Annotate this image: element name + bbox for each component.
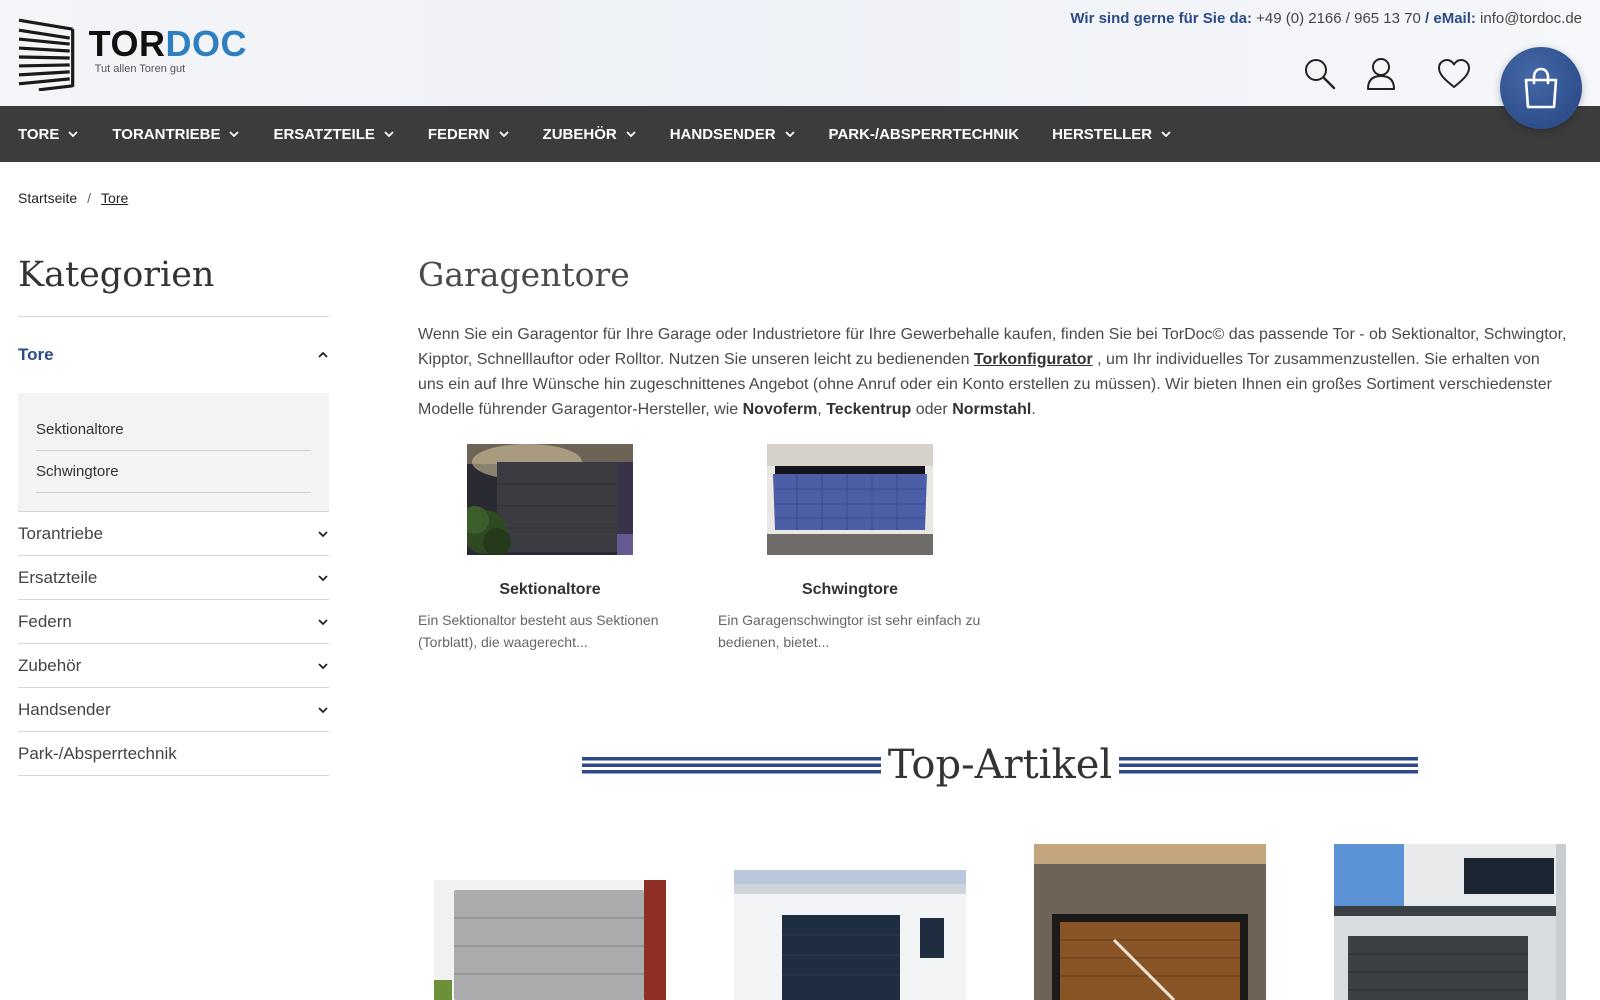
logo-word-tor: TOR <box>88 22 166 64</box>
category-name[interactable]: Schwingtore <box>718 581 982 599</box>
main-navigation: TORE TORANTRIEBE ERSATZTEILE FEDERN ZUBEHÖR H… <box>0 106 1600 162</box>
main-content: Garagentore Wenn Sie ein Garagentor für … <box>418 250 1568 650</box>
cart-button[interactable] <box>1500 47 1582 129</box>
chevron-down-icon <box>229 131 240 138</box>
sektionaltore-image[interactable] <box>467 444 633 555</box>
phone-label: Wir sind gerne für Sie da: <box>1070 10 1252 27</box>
decorative-stripes-right <box>1118 757 1418 774</box>
logo-tagline: Tut allen Toren gut <box>94 62 186 75</box>
sidebar-item-label: Park-/Absperrtechnik <box>18 743 177 763</box>
sidebar-item-label: Zubehör <box>18 655 82 675</box>
decorative-stripes-left <box>582 757 881 774</box>
sidebar-item-handsender[interactable]: Handsender <box>18 688 329 732</box>
intro-text: Wenn Sie ein Garagentor für Ihre Garage … <box>418 326 1567 418</box>
chevron-down-icon <box>498 131 509 138</box>
nav-item-handsender[interactable]: HANDSENDER <box>670 126 796 143</box>
chevron-down-icon[interactable] <box>317 660 329 672</box>
sidebar-item-ersatzteile[interactable]: Ersatzteile <box>18 556 329 600</box>
nav-item-label: TORE <box>18 125 60 143</box>
sidebar-item-torantriebe[interactable]: Torantriebe <box>18 512 329 556</box>
chevron-down-icon <box>1161 131 1171 138</box>
nav-item-label: ERSATZTEILE <box>273 125 375 143</box>
email-address[interactable]: info@tordoc.de <box>1480 10 1582 27</box>
category-sidebar: Kategorien Tore Sektionaltore Schwingtor… <box>18 250 329 776</box>
product-row <box>418 840 1568 1000</box>
wishlist-button[interactable] <box>1434 54 1474 94</box>
product-image[interactable] <box>1034 844 1266 1000</box>
search-icon <box>1305 59 1336 90</box>
logo-mark-icon <box>18 18 75 91</box>
sidebar-item-label: Tore <box>18 345 54 364</box>
sidebar-subcategories: Sektionaltore Schwingtore <box>18 393 329 512</box>
sidebar-item-label: Federn <box>18 611 72 631</box>
breadcrumb-current[interactable]: Tore <box>101 190 128 206</box>
nav-item-torantriebe[interactable]: TORANTRIEBE <box>112 126 240 143</box>
nav-item-label: HERSTELLER <box>1052 125 1153 143</box>
brand-normstahl: Normstahl <box>952 401 1032 418</box>
nav-item-label: PARK-/ABSPERRTECHNIK <box>828 125 1020 143</box>
category-card[interactable]: Sektionaltore Ein Sektionaltor besteht a… <box>418 444 718 653</box>
page-title: Garagentore <box>418 255 630 294</box>
category-desc: Ein Garagenschwingtor ist sehr einfach z… <box>718 612 981 650</box>
nav-item-label: HANDSENDER <box>669 125 776 143</box>
sidebar-item-label: Handsender <box>18 699 111 719</box>
chevron-down-icon <box>626 131 636 138</box>
product-image[interactable] <box>734 870 966 1000</box>
nav-item-label: TORANTRIEBE <box>112 125 221 143</box>
chevron-down-icon[interactable] <box>317 704 329 716</box>
nav-item-ersatzteile[interactable]: ERSATZTEILE <box>273 126 394 143</box>
sidebar-item-park-absperrtechnik[interactable]: Park-/Absperrtechnik <box>18 732 329 776</box>
sidebar-item-federn[interactable]: Federn <box>18 600 329 644</box>
sidebar-item-label: Torantriebe <box>18 523 104 543</box>
chevron-down-icon[interactable] <box>317 572 329 584</box>
heart-icon <box>1438 59 1470 88</box>
breadcrumb-home[interactable]: Startseite <box>18 190 77 206</box>
chevron-down-icon <box>384 131 394 138</box>
chevron-up-icon[interactable] <box>317 349 329 361</box>
chevron-down-icon[interactable] <box>317 616 329 628</box>
sidebar-item-label: Ersatzteile <box>18 567 98 587</box>
top-articles-title: Top-Artikel <box>887 742 1113 788</box>
nav-item-label: FEDERN <box>427 125 490 143</box>
account-button[interactable] <box>1361 54 1401 94</box>
nav-item-tore[interactable]: TORE <box>18 126 79 143</box>
logo-word-doc: DOC <box>165 22 247 64</box>
sidebar-subitem-schwingtore[interactable]: Schwingtore <box>36 451 311 493</box>
contact-info: Wir sind gerne für Sie da: +49 (0) 2166 … <box>1070 10 1582 27</box>
chevron-down-icon <box>68 131 79 138</box>
nav-item-hersteller[interactable]: HERSTELLER <box>1052 126 1172 143</box>
chevron-down-icon <box>784 131 795 138</box>
product-image[interactable] <box>1334 844 1566 1000</box>
site-header: TORDOC Tut allen Toren gut Wir sind gern… <box>0 0 1600 106</box>
category-card[interactable]: Schwingtore Ein Garagenschwingtor ist se… <box>718 444 1018 653</box>
breadcrumb-separator: / <box>87 190 92 206</box>
sidebar-item-zubehör[interactable]: Zubehör <box>18 644 329 688</box>
brand-teckentrup: Teckentrup <box>826 401 912 418</box>
sidebar-item-tore[interactable]: Tore <box>18 317 329 393</box>
nav-item-label: ZUBEHÖR <box>542 125 617 143</box>
shopping-bag-icon <box>1524 67 1558 109</box>
logo[interactable]: TORDOC Tut allen Toren gut <box>17 16 247 92</box>
category-desc: Ein Sektionaltor besteht aus Sektionen (… <box>418 612 659 650</box>
user-icon <box>1367 58 1395 90</box>
nav-item-park-absperrtechnik[interactable]: PARK-/ABSPERRTECHNIK <box>829 126 1020 143</box>
category-tiles: Sektionaltore Ein Sektionaltor besteht a… <box>418 444 1018 653</box>
search-button[interactable] <box>1300 54 1340 94</box>
sidebar-subitem-sektionaltore[interactable]: Sektionaltore <box>36 409 311 451</box>
configurator-link[interactable]: Torkonfigurator <box>974 351 1093 368</box>
chevron-down-icon[interactable] <box>317 528 329 540</box>
breadcrumb: Startseite / Tore <box>18 190 128 206</box>
nav-item-zubehör[interactable]: ZUBEHÖR <box>543 126 637 143</box>
schwingtore-image[interactable] <box>767 444 933 555</box>
category-name[interactable]: Sektionaltore <box>418 581 682 599</box>
product-image[interactable] <box>434 880 666 1000</box>
brand-novoferm: Novoferm <box>742 401 818 418</box>
nav-item-federn[interactable]: FEDERN <box>428 126 510 143</box>
sidebar-title: Kategorien <box>18 255 215 295</box>
email-label: / eMail: <box>1425 10 1476 27</box>
phone-number[interactable]: +49 (0) 2166 / 965 13 70 <box>1256 10 1421 27</box>
top-articles-heading: Top-Artikel <box>582 738 1418 792</box>
